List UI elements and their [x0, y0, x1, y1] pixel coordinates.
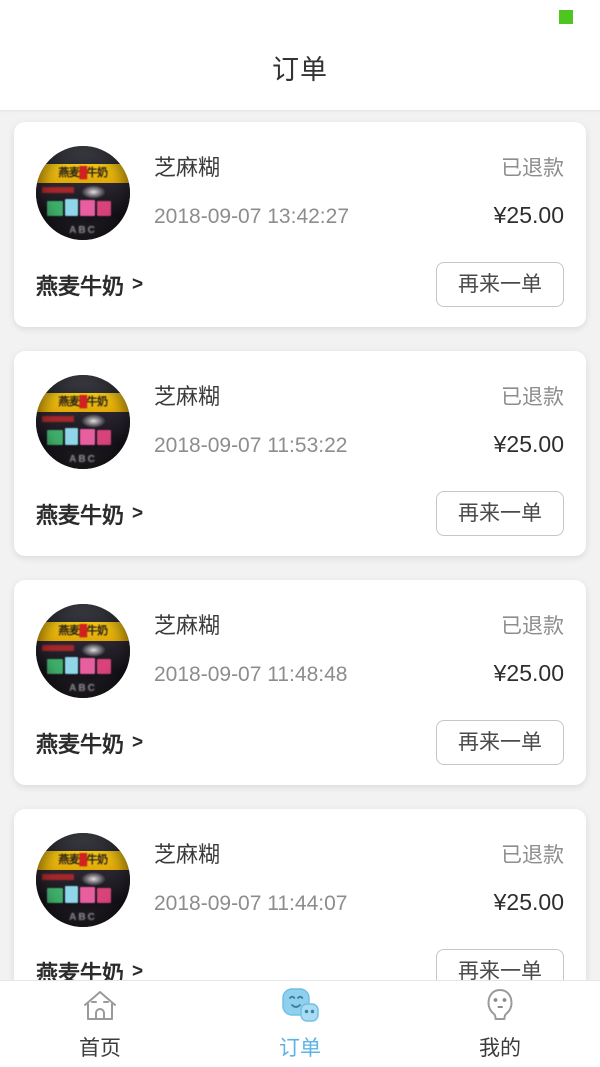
order-info-row-primary: 芝麻糊 已退款: [154, 150, 564, 182]
shop-thumbnail[interactable]: 燕麦 █ 牛奶 ABC: [36, 375, 130, 469]
shop-thumbnail[interactable]: 燕麦 █ 牛奶 ABC: [36, 146, 130, 240]
order-price: ¥25.00: [493, 889, 564, 915]
tab-label-orders: 订单: [279, 1037, 321, 1060]
order-info: 芝麻糊 已退款 2018-09-07 11:44:07 ¥25.00: [154, 831, 564, 916]
tab-label-home: 首页: [79, 1037, 121, 1060]
order-status: 已退款: [501, 844, 564, 867]
order-card-bottom: 燕麦牛奶 > 再来一单: [36, 491, 564, 536]
order-list[interactable]: 燕麦 █ 牛奶 ABC 芝麻糊 已退款 2018-09-07 13:42:27 ¥25.00 燕…: [0, 110, 600, 980]
order-card[interactable]: 燕麦 █ 牛奶 ABC 芝麻糊 已退款 2018-09-07 11:44:07 ¥25.00 燕…: [14, 809, 586, 980]
order-card-bottom: 燕麦牛奶 > 再来一单: [36, 720, 564, 765]
order-info-row-primary: 芝麻糊 已退款: [154, 608, 564, 640]
order-info: 芝麻糊 已退款 2018-09-07 11:53:22 ¥25.00: [154, 373, 564, 458]
order-price: ¥25.00: [493, 660, 564, 686]
reorder-button[interactable]: 再来一单: [436, 262, 564, 307]
order-info: 芝麻糊 已退款 2018-09-07 13:42:27 ¥25.00: [154, 144, 564, 229]
order-card-top: 燕麦 █ 牛奶 ABC 芝麻糊 已退款 2018-09-07 13:42:27 ¥25.00: [36, 144, 564, 240]
shop-name: 燕麦牛奶: [36, 731, 125, 757]
reorder-button[interactable]: 再来一单: [436, 491, 564, 536]
order-time: 2018-09-07 11:53:22: [154, 434, 348, 457]
page-title: 订单: [272, 55, 328, 85]
reorder-button[interactable]: 再来一单: [436, 949, 564, 980]
thumbnail-vignette: [36, 604, 130, 698]
order-info-row-secondary: 2018-09-07 11:48:48 ¥25.00: [154, 660, 564, 687]
product-name: 芝麻糊: [154, 613, 221, 638]
chevron-right-icon: >: [132, 731, 144, 753]
status-indicator-dot: [559, 10, 573, 24]
order-card-bottom: 燕麦牛奶 > 再来一单: [36, 262, 564, 307]
home-icon: [81, 986, 119, 1026]
reorder-button[interactable]: 再来一单: [436, 720, 564, 765]
chevron-right-icon: >: [132, 960, 144, 981]
profile-icon: [483, 986, 517, 1026]
shop-thumbnail[interactable]: 燕麦 █ 牛奶 ABC: [36, 604, 130, 698]
shop-thumbnail[interactable]: 燕麦 █ 牛奶 ABC: [36, 833, 130, 927]
shop-name: 燕麦牛奶: [36, 502, 125, 528]
thumbnail-vignette: [36, 833, 130, 927]
app-header: 订单: [0, 0, 600, 110]
shop-link[interactable]: 燕麦牛奶 >: [36, 269, 143, 301]
order-status: 已退款: [501, 615, 564, 638]
order-card[interactable]: 燕麦 █ 牛奶 ABC 芝麻糊 已退款 2018-09-07 11:48:48 ¥25.00 燕…: [14, 580, 586, 785]
order-info-row-secondary: 2018-09-07 13:42:27 ¥25.00: [154, 202, 564, 229]
tab-label-profile: 我的: [479, 1037, 521, 1060]
order-card-top: 燕麦 █ 牛奶 ABC 芝麻糊 已退款 2018-09-07 11:48:48 ¥25.00: [36, 602, 564, 698]
bottom-tab-bar: 首页 订单 我的: [0, 980, 600, 1067]
tab-home[interactable]: 首页: [0, 981, 200, 1067]
shop-name: 燕麦牛奶: [36, 960, 125, 981]
product-name: 芝麻糊: [154, 155, 221, 180]
order-card-top: 燕麦 █ 牛奶 ABC 芝麻糊 已退款 2018-09-07 11:44:07 ¥25.00: [36, 831, 564, 927]
order-time: 2018-09-07 13:42:27: [154, 205, 349, 228]
tab-profile[interactable]: 我的: [400, 981, 600, 1067]
order-price: ¥25.00: [493, 202, 564, 228]
tab-orders[interactable]: 订单: [200, 981, 400, 1067]
order-card-bottom: 燕麦牛奶 > 再来一单: [36, 949, 564, 980]
chevron-right-icon: >: [132, 502, 144, 524]
shop-name: 燕麦牛奶: [36, 273, 125, 299]
order-status: 已退款: [501, 157, 564, 180]
order-info-row-secondary: 2018-09-07 11:53:22 ¥25.00: [154, 431, 564, 458]
order-info: 芝麻糊 已退款 2018-09-07 11:48:48 ¥25.00: [154, 602, 564, 687]
shop-link[interactable]: 燕麦牛奶 >: [36, 956, 143, 981]
order-status: 已退款: [501, 386, 564, 409]
chevron-right-icon: >: [132, 273, 144, 295]
order-price: ¥25.00: [493, 431, 564, 457]
thumbnail-vignette: [36, 146, 130, 240]
shop-link[interactable]: 燕麦牛奶 >: [36, 727, 143, 759]
orders-face-icon: [280, 986, 320, 1026]
order-info-row-primary: 芝麻糊 已退款: [154, 837, 564, 869]
thumbnail-vignette: [36, 375, 130, 469]
order-card-top: 燕麦 █ 牛奶 ABC 芝麻糊 已退款 2018-09-07 11:53:22 ¥25.00: [36, 373, 564, 469]
product-name: 芝麻糊: [154, 842, 221, 867]
order-card[interactable]: 燕麦 █ 牛奶 ABC 芝麻糊 已退款 2018-09-07 13:42:27 ¥25.00 燕…: [14, 122, 586, 327]
order-time: 2018-09-07 11:48:48: [154, 663, 348, 686]
order-card[interactable]: 燕麦 █ 牛奶 ABC 芝麻糊 已退款 2018-09-07 11:53:22 ¥25.00 燕…: [14, 351, 586, 556]
order-time: 2018-09-07 11:44:07: [154, 892, 348, 915]
product-name: 芝麻糊: [154, 384, 221, 409]
order-info-row-secondary: 2018-09-07 11:44:07 ¥25.00: [154, 889, 564, 916]
shop-link[interactable]: 燕麦牛奶 >: [36, 498, 143, 530]
order-info-row-primary: 芝麻糊 已退款: [154, 379, 564, 411]
